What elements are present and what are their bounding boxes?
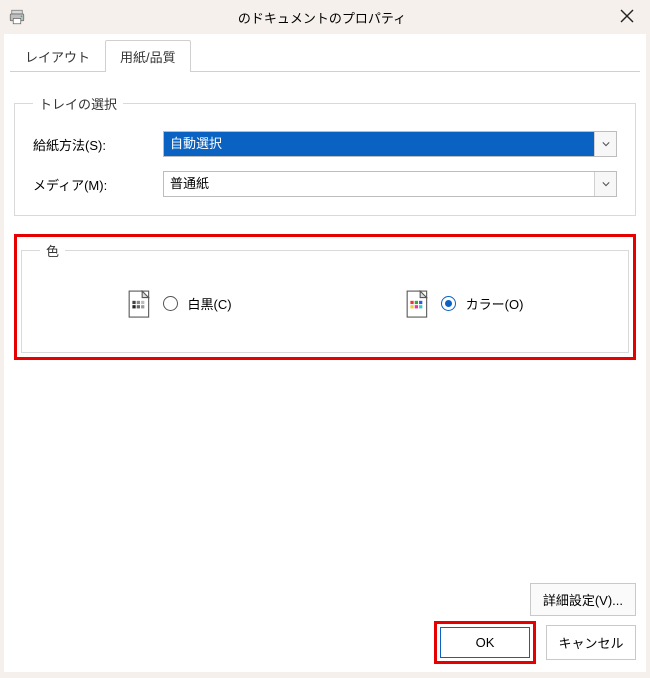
close-icon [620,9,634,23]
ok-button[interactable]: OK [440,627,530,658]
bw-page-icon [127,290,153,316]
cancel-button[interactable]: キャンセル [546,625,636,660]
fieldset-tray: トレイの選択 給紙方法(S): 自動選択 メディア(M): 普通紙 [14,94,636,216]
select-paper-source[interactable]: 自動選択 [163,131,617,157]
printer-icon [8,8,26,26]
radio-bw[interactable] [163,296,178,311]
row-paper-source: 給紙方法(S): 自動選択 [33,131,617,157]
advanced-button[interactable]: 詳細設定(V)... [530,583,636,616]
select-paper-source-button[interactable] [594,132,616,156]
select-media[interactable]: 普通紙 [163,171,617,197]
window-title: のドキュメントのプロパティ [32,8,612,27]
tab-layout[interactable]: レイアウト [10,40,105,72]
radio-color[interactable] [441,296,456,311]
highlight-ok: OK [434,621,536,664]
fieldset-color: 色 白黒(C) カラー(O) [21,241,629,353]
label-paper-source: 給紙方法(S): [33,135,163,154]
tab-paper-quality[interactable]: 用紙/品質 [105,40,191,72]
select-media-button[interactable] [594,172,616,196]
dialog-body: レイアウト 用紙/品質 トレイの選択 給紙方法(S): 自動選択 メディア(M)… [4,34,646,672]
label-radio-bw: 白黒(C) [188,294,232,313]
footer-buttons: OK キャンセル [434,621,636,664]
chevron-down-icon [602,140,610,148]
label-media: メディア(M): [33,175,163,194]
close-button[interactable] [612,7,642,28]
option-color: カラー(O) [405,290,524,316]
label-radio-color: カラー(O) [466,294,524,313]
tab-strip: レイアウト 用紙/品質 [10,40,640,72]
row-media: メディア(M): 普通紙 [33,171,617,197]
titlebar: のドキュメントのプロパティ [0,0,650,34]
legend-color: 色 [40,241,65,260]
chevron-down-icon [602,180,610,188]
tab-panel-paper: トレイの選択 給紙方法(S): 自動選択 メディア(M): 普通紙 [10,72,640,360]
highlight-color-group: 色 白黒(C) カラー(O) [14,234,636,360]
option-bw: 白黒(C) [127,290,232,316]
select-paper-source-value: 自動選択 [164,132,594,156]
color-page-icon [405,290,431,316]
legend-tray: トレイの選択 [33,94,123,113]
color-options: 白黒(C) カラー(O) [40,278,610,334]
select-media-value: 普通紙 [164,172,594,196]
